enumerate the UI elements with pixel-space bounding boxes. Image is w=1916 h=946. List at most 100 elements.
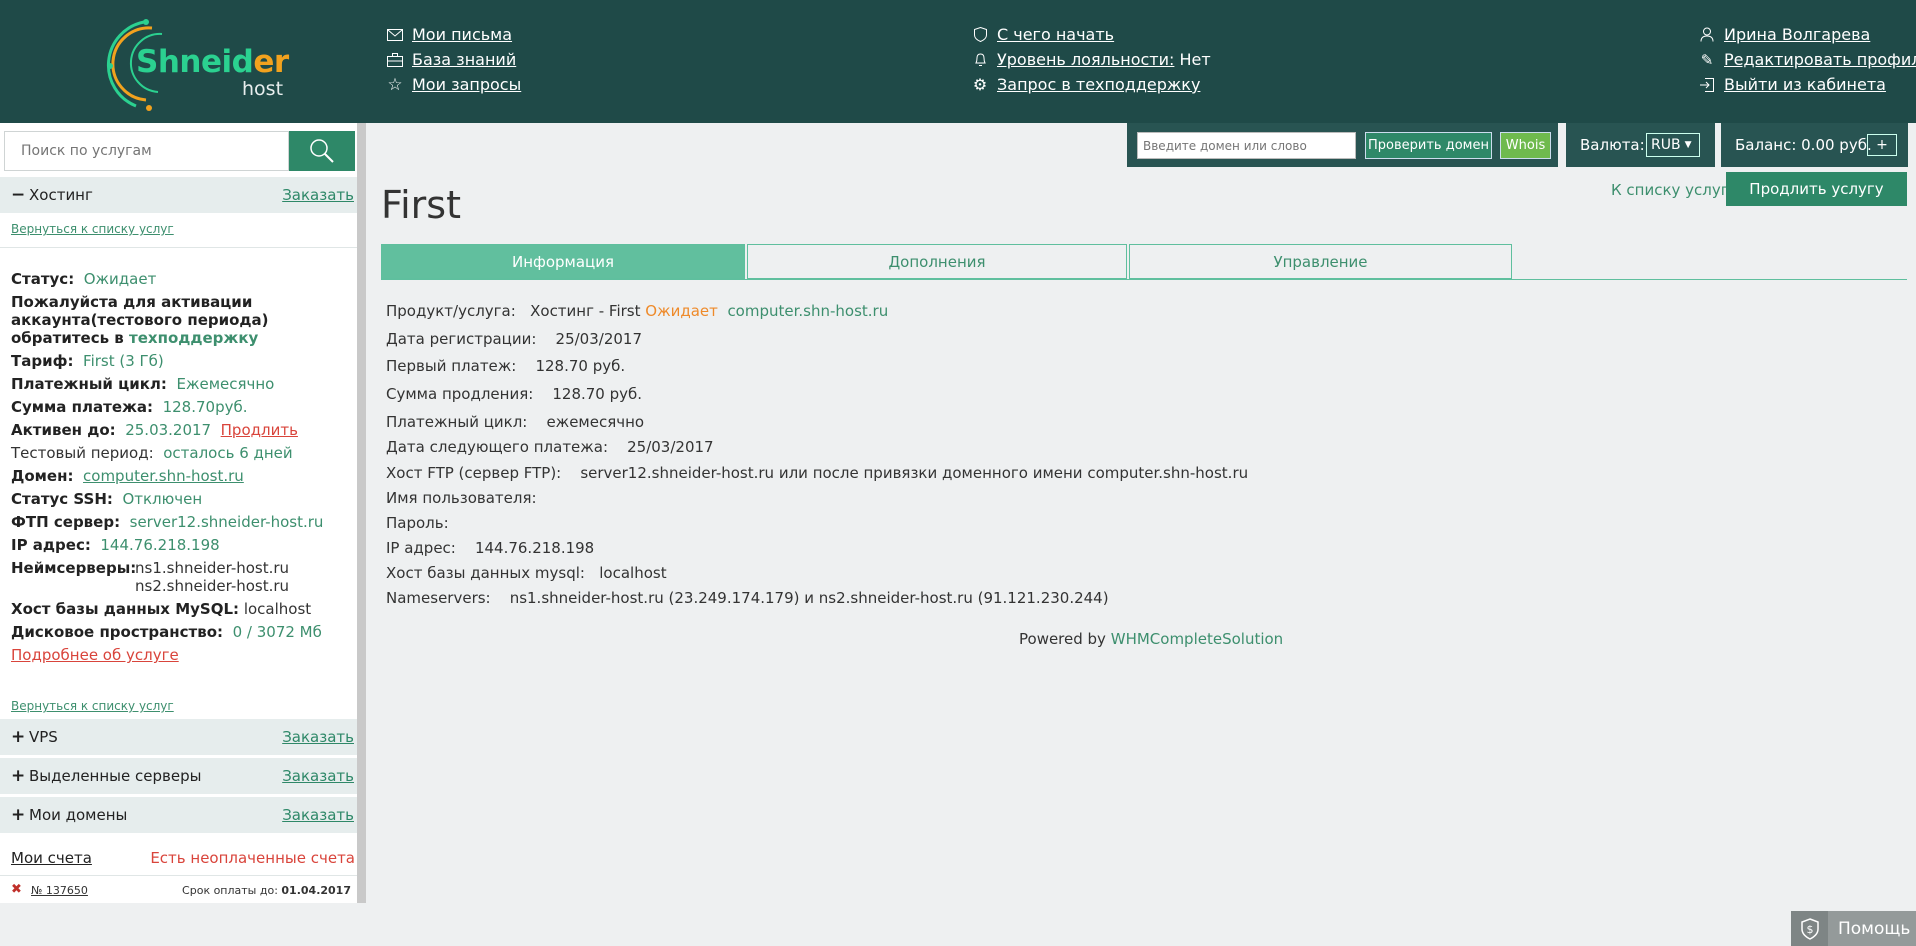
logo[interactable]: Shneider host <box>96 14 296 111</box>
nav-getting-started[interactable]: С чего начать <box>971 22 1211 47</box>
sidebar-scrollbar[interactable] <box>357 123 366 903</box>
invoice-row: ✖ № 137650 Срок оплаты до: 01.04.2017 <box>0 876 357 903</box>
minus-icon: − <box>11 185 26 205</box>
help-icon: $ <box>1791 911 1828 946</box>
balance-label: Баланс: 0.00 руб. <box>1735 136 1872 154</box>
detail-disk: Дисковое пространство: 0 / 3072 Мб <box>11 623 322 641</box>
nav-edit-profile[interactable]: ✎ Редактировать профиль <box>1698 47 1916 72</box>
gear-icon: ⚙ <box>972 75 988 94</box>
add-funds-button[interactable]: + <box>1867 134 1897 156</box>
invoice-number-link[interactable]: № 137650 <box>31 884 88 897</box>
invoices-header: Мои счета Есть неоплаченные счета <box>0 842 357 876</box>
sidebar: − Хостинг Заказать Вернуться к списку ус… <box>0 123 357 903</box>
invoice-due: Срок оплаты до: 01.04.2017 <box>182 884 351 897</box>
detail-domain: Домен: computer.shn-host.ru <box>11 467 244 485</box>
nav-my-requests[interactable]: ☆ Мои запросы <box>386 72 521 97</box>
detail-cycle: Платежный цикл: Ежемесячно <box>11 375 275 393</box>
currency-bar: Валюта: RUB ▼ <box>1566 123 1715 167</box>
detail-ssh: Статус SSH: Отключен <box>11 490 203 508</box>
info-ip: IP адрес: 144.76.218.198 <box>386 539 595 557</box>
detail-ftp: ФТП сервер: server12.shneider-host.ru <box>11 513 324 531</box>
product-domain-link[interactable]: computer.shn-host.ru <box>727 302 888 320</box>
info-ftp-host: Хост FTP (сервер FTP): server12.shneider… <box>386 464 1249 482</box>
sidebar-section-vps[interactable]: + VPS Заказать <box>0 719 357 755</box>
service-tabs: Информация Дополнения Управление <box>381 244 1907 280</box>
balance-bar: Баланс: 0.00 руб. + <box>1721 123 1908 167</box>
domain-input[interactable] <box>1137 132 1356 159</box>
detail-nameservers: Неймсерверы: ns1.shneider-host.ru ns2.shn… <box>11 559 290 595</box>
nav-logout[interactable]: Выйти из кабинета <box>1698 72 1916 97</box>
header-nav-left: Мои письма База знаний ☆ Мои запросы <box>386 22 521 97</box>
detail-status: Статус: Ожидает <box>11 270 157 288</box>
tab-management[interactable]: Управление <box>1129 244 1512 279</box>
search-button[interactable] <box>289 131 355 171</box>
search-icon <box>310 139 334 163</box>
support-link[interactable]: техподдержку <box>129 329 258 347</box>
detail-sum: Сумма платежа: 128.70руб. <box>11 398 248 416</box>
pencil-icon: ✎ <box>1700 50 1714 69</box>
nav-user-name[interactable]: Ирина Волгарева <box>1698 22 1916 47</box>
divider <box>0 247 357 248</box>
currency-select[interactable]: RUB ▼ <box>1646 133 1700 157</box>
briefcase-icon <box>386 51 404 69</box>
plus-icon: + <box>11 766 26 786</box>
currency-label: Валюта: <box>1580 136 1645 154</box>
svg-text:$: $ <box>1806 923 1813 936</box>
info-db-host: Хост базы данных mysql: localhost <box>386 564 667 582</box>
bell-icon <box>971 51 989 69</box>
close-icon: ✖ <box>11 882 22 897</box>
sidebar-section-dedicated[interactable]: + Выделенные серверы Заказать <box>0 758 357 794</box>
vps-order-link[interactable]: Заказать <box>282 728 354 746</box>
shield-icon <box>971 26 989 44</box>
my-invoices-link[interactable]: Мои счета <box>11 849 92 867</box>
nav-my-letters[interactable]: Мои письма <box>386 22 521 47</box>
whois-button[interactable]: Whois <box>1500 132 1551 159</box>
logo-subword: host <box>242 78 284 100</box>
status-badge: Ожидает <box>645 302 718 320</box>
user-icon <box>1698 26 1716 44</box>
more-about-service-link[interactable]: Подробнее об услуге <box>11 646 179 664</box>
detail-trial: Тестовый период: осталось 6 дней <box>11 444 293 462</box>
back-to-list-link[interactable]: К списку услуг <box>1611 181 1729 199</box>
check-domain-button[interactable]: Проверить домен <box>1365 132 1492 159</box>
info-first-payment: Первый платеж: 128.70 руб. <box>386 357 626 375</box>
hosting-order-link[interactable]: Заказать <box>282 186 354 204</box>
logo-wordmark: Shneider <box>136 44 289 80</box>
chevron-down-icon: ▼ <box>1684 140 1692 150</box>
unpaid-invoices-warning: Есть неоплаченные счета <box>150 849 355 867</box>
back-to-services-link-top[interactable]: Вернуться к списку услуг <box>11 222 174 236</box>
info-nameservers: Nameservers: ns1.shneider-host.ru (23.24… <box>386 589 1109 607</box>
help-button[interactable]: $ Помощь <box>1791 911 1916 946</box>
detail-more: Подробнее об услуге <box>11 644 356 667</box>
info-billing-cycle: Платежный цикл: ежемесячно <box>386 413 645 431</box>
info-registration-date: Дата регистрации: 25/03/2017 <box>386 330 642 348</box>
activation-warning: Пожалуйста для активации аккаунта(тестов… <box>11 293 269 347</box>
domain-link[interactable]: computer.shn-host.ru <box>83 467 244 485</box>
whmcs-link[interactable]: WHMCompleteSolution <box>1111 630 1283 648</box>
nav-loyalty[interactable]: Уровень лояльности: Нет <box>971 47 1211 72</box>
page-title: First <box>381 183 461 227</box>
tab-information[interactable]: Информация <box>381 244 745 279</box>
nav-knowledge-base[interactable]: База знаний <box>386 47 521 72</box>
info-username: Имя пользователя: <box>386 489 537 507</box>
sidebar-section-hosting[interactable]: − Хостинг Заказать <box>0 177 357 213</box>
renew-service-button[interactable]: Продлить услугу <box>1726 172 1907 206</box>
info-next-payment: Дата следующего платежа: 25/03/2017 <box>386 438 714 456</box>
detail-tariff: Тариф: First (3 Гб) <box>11 352 164 370</box>
sidebar-section-domains[interactable]: + Мои домены Заказать <box>0 797 357 833</box>
info-renewal-sum: Сумма продления: 128.70 руб. <box>386 385 643 403</box>
header-user-menu: Ирина Волгарева ✎ Редактировать профиль … <box>1698 22 1916 97</box>
info-product: Продукт/услуга: Хостинг - First Ожидает … <box>386 302 889 320</box>
back-to-services-link-bottom[interactable]: Вернуться к списку услуг <box>11 699 174 713</box>
nav-support-request[interactable]: ⚙ Запрос в техподдержку <box>971 72 1211 97</box>
service-search-input[interactable] <box>4 131 289 171</box>
detail-ip: IP адрес: 144.76.218.198 <box>11 536 220 554</box>
domains-order-link[interactable]: Заказать <box>282 806 354 824</box>
header: Shneider host Мои письма База знаний ☆ М… <box>0 0 1916 123</box>
logout-icon <box>1698 76 1716 94</box>
tab-addons[interactable]: Дополнения <box>747 244 1127 279</box>
info-password: Пароль: <box>386 514 449 532</box>
renew-link[interactable]: Продлить <box>221 421 298 439</box>
hosting-details: Статус: Ожидает Пожалуйста для активации… <box>11 268 356 667</box>
dedicated-order-link[interactable]: Заказать <box>282 767 354 785</box>
